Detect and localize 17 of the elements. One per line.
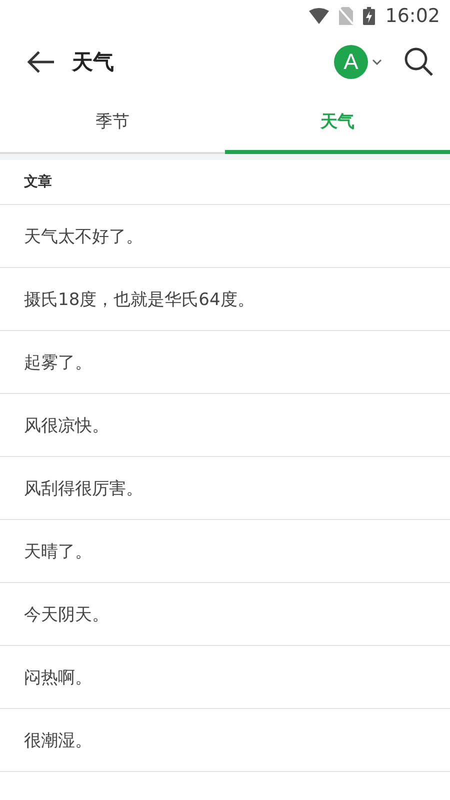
wifi-icon [309,8,330,24]
clock: 16:02 [385,5,440,27]
sentence-item[interactable]: 摄氏18度，也就是华氏64度。 [0,268,450,331]
sentence-item[interactable]: 风刮得很厉害。 [0,457,450,520]
section-header: 文章 [24,173,52,191]
sentence-item[interactable]: 起雾了。 [0,331,450,394]
sentence-item[interactable]: 很潮湿。 [0,709,450,772]
sentence-item[interactable]: 闷热啊。 [0,646,450,709]
battery-icon [363,7,376,25]
sentence-item[interactable]: 今天阴天。 [0,583,450,646]
screen-title: 天气 [72,49,115,76]
caret-icon [372,59,382,65]
sentence-item[interactable]: 天晴了。 [0,520,450,583]
tab[interactable]: 季节 [0,92,225,154]
no-sim-icon [339,7,354,25]
sentence-item[interactable]: 风很凉快。 [0,394,450,457]
sentence-item[interactable]: 天气太不好了。 [0,205,450,268]
